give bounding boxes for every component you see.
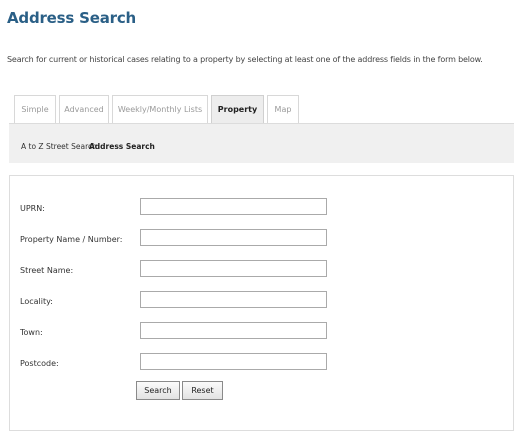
town-input[interactable] — [140, 322, 327, 339]
uprn-label: UPRN: — [20, 204, 45, 213]
tab-weekly-monthly-lists[interactable]: Weekly/Monthly Lists — [112, 95, 208, 123]
sub-navigation: A to Z Street Search Address Search — [9, 123, 514, 163]
intro-text: Search for current or historical cases r… — [7, 55, 483, 64]
address-search-form: UPRN: Property Name / Number: Street Nam… — [9, 175, 514, 431]
tab-simple[interactable]: Simple — [14, 95, 56, 123]
property-name-number-label: Property Name / Number: — [20, 235, 123, 244]
property-name-number-input[interactable] — [140, 229, 327, 246]
tab-advanced[interactable]: Advanced — [59, 95, 109, 123]
town-label: Town: — [20, 328, 43, 337]
reset-button[interactable]: Reset — [182, 381, 223, 400]
street-name-input[interactable] — [140, 260, 327, 277]
locality-label: Locality: — [20, 297, 53, 306]
address-search-link[interactable]: Address Search — [89, 142, 155, 151]
street-name-label: Street Name: — [20, 266, 74, 275]
search-button[interactable]: Search — [136, 381, 180, 400]
tab-bar: Simple Advanced Weekly/Monthly Lists Pro… — [14, 95, 299, 123]
tab-map[interactable]: Map — [267, 95, 299, 123]
postcode-label: Postcode: — [20, 359, 59, 368]
tab-property[interactable]: Property — [211, 95, 264, 123]
page-title: Address Search — [7, 9, 136, 27]
postcode-input[interactable] — [140, 353, 327, 370]
a-to-z-street-search-link[interactable]: A to Z Street Search — [21, 142, 97, 151]
uprn-input[interactable] — [140, 198, 327, 215]
locality-input[interactable] — [140, 291, 327, 308]
